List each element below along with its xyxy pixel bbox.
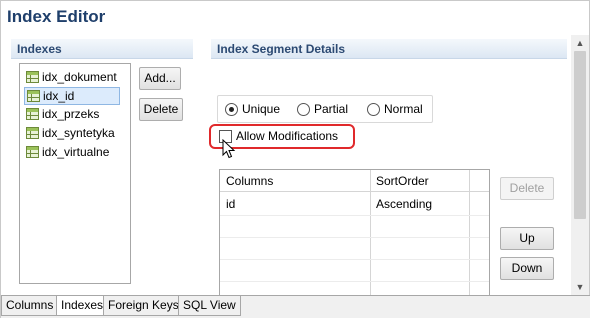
- row-divider: [220, 215, 489, 216]
- scroll-down-arrow-icon[interactable]: ▼: [571, 279, 589, 295]
- list-item[interactable]: idx_dokument: [24, 69, 124, 87]
- list-item[interactable]: idx_syntetyka: [24, 125, 124, 143]
- normal-radio[interactable]: Normal: [367, 102, 431, 118]
- radio-selected-icon: [225, 103, 238, 116]
- index-type-radio-group: Unique Partial Normal: [217, 95, 433, 123]
- table-icon: [27, 90, 40, 102]
- table-icon: [26, 71, 39, 83]
- editor-title: Index Editor: [7, 7, 106, 26]
- row-divider: [220, 281, 489, 282]
- add-index-button[interactable]: Add...: [139, 67, 181, 90]
- allow-modifications-label: Allow Modifications: [236, 129, 339, 143]
- table-cell[interactable]: Ascending: [370, 193, 470, 215]
- details-section-header: Index Segment Details: [211, 39, 567, 59]
- partial-radio[interactable]: Partial: [297, 102, 361, 118]
- tab-foreign-keys[interactable]: Foreign Keys: [103, 296, 184, 316]
- table-cell[interactable]: id: [220, 193, 370, 215]
- index-item-label: idx_id: [43, 89, 75, 103]
- row-divider: [220, 237, 489, 238]
- list-item[interactable]: idx_przeks: [24, 106, 124, 124]
- unique-radio-label: Unique: [242, 102, 281, 116]
- partial-radio-label: Partial: [314, 102, 349, 116]
- scroll-thumb[interactable]: [574, 51, 586, 219]
- column-header-sortorder[interactable]: SortOrder: [370, 170, 470, 192]
- editor-window: Index Editor Indexes idx_dokument idx_id…: [0, 0, 590, 318]
- column-divider: [370, 170, 371, 296]
- normal-radio-label: Normal: [384, 102, 423, 116]
- index-item-label: idx_virtualne: [42, 145, 110, 159]
- table-icon: [26, 108, 39, 120]
- indexes-section-header: Indexes: [11, 39, 193, 59]
- mouse-pointer-icon: [222, 139, 236, 159]
- radio-empty-icon: [367, 103, 380, 116]
- table-icon: [26, 127, 39, 139]
- indexes-list[interactable]: idx_dokument idx_id idx_przeks idx_synte…: [19, 63, 131, 284]
- tab-columns[interactable]: Columns: [1, 296, 59, 316]
- unique-radio[interactable]: Unique: [225, 102, 291, 118]
- scroll-up-arrow-icon[interactable]: ▲: [571, 35, 589, 51]
- index-item-label: idx_dokument: [42, 70, 117, 84]
- tab-sql-view[interactable]: SQL View: [178, 296, 241, 316]
- move-up-button[interactable]: Up: [500, 227, 554, 250]
- editor-tab-bar: Columns Indexes Foreign Keys SQL View: [1, 295, 590, 318]
- radio-empty-icon: [297, 103, 310, 116]
- delete-segment-button[interactable]: Delete: [500, 177, 554, 200]
- index-item-label: idx_syntetyka: [42, 126, 115, 140]
- move-down-button[interactable]: Down: [500, 257, 554, 280]
- list-item[interactable]: idx_id: [24, 87, 120, 105]
- table-icon: [26, 146, 39, 158]
- vertical-scrollbar[interactable]: ▲ ▼: [571, 35, 589, 295]
- column-divider: [469, 170, 470, 296]
- delete-index-button[interactable]: Delete: [139, 98, 183, 121]
- table-header: Columns SortOrder: [220, 170, 489, 192]
- row-divider: [220, 259, 489, 260]
- index-segment-table[interactable]: Columns SortOrder id Ascending: [219, 169, 490, 297]
- tab-indexes[interactable]: Indexes: [56, 296, 109, 316]
- index-item-label: idx_przeks: [42, 107, 100, 121]
- column-header-columns[interactable]: Columns: [220, 170, 370, 192]
- list-item[interactable]: idx_virtualne: [24, 144, 124, 162]
